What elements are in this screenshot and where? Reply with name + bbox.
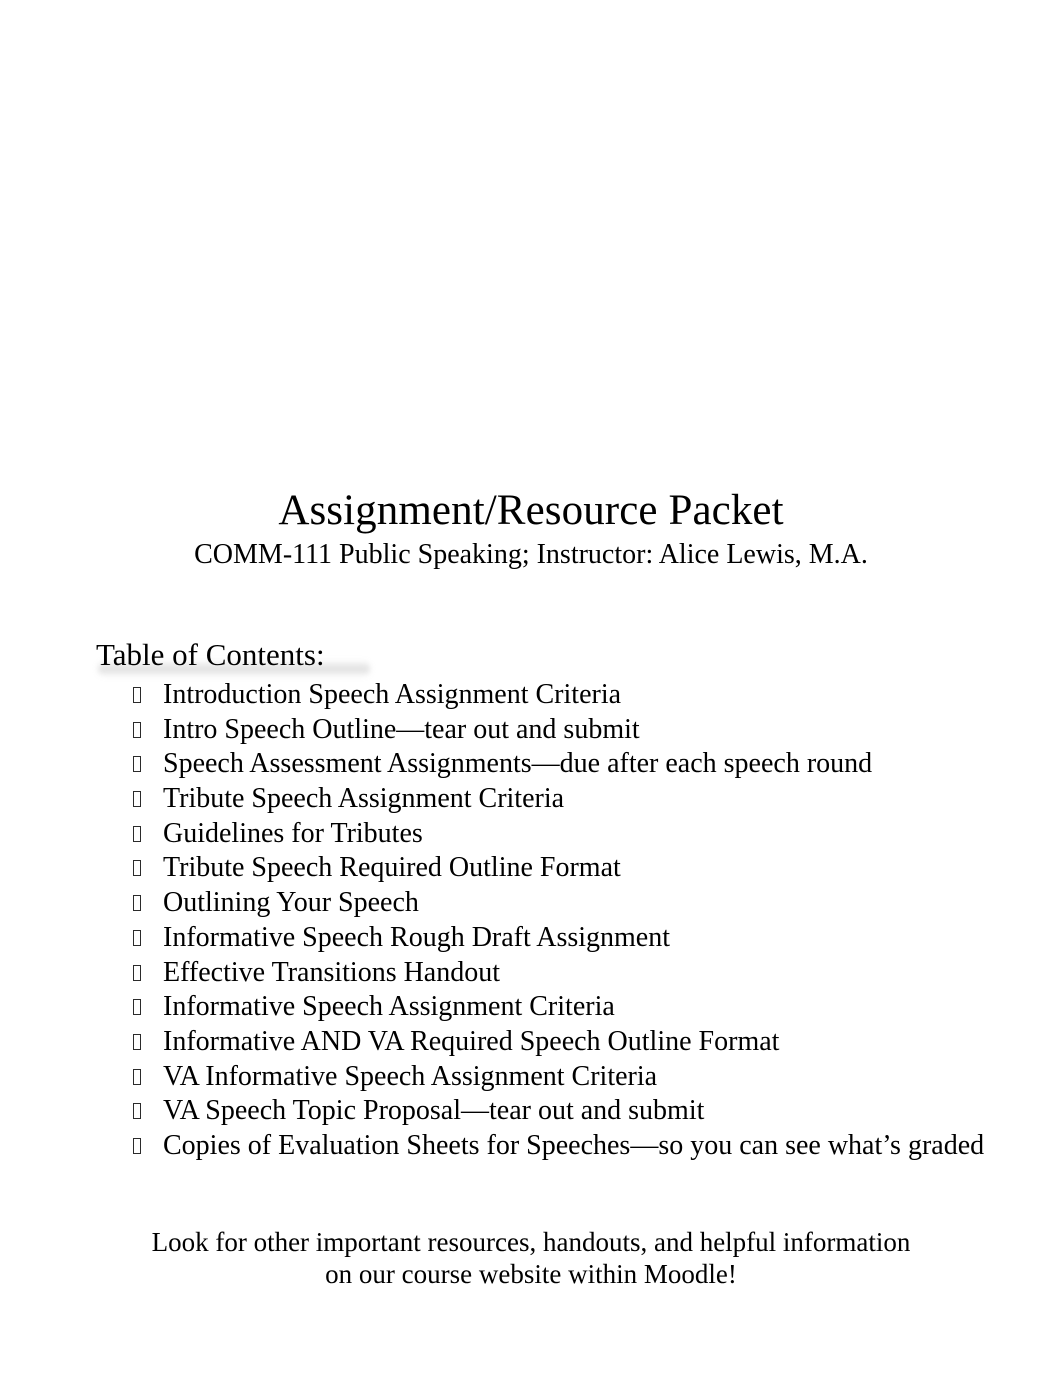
list-item-label: Intro Speech Outline—tear out and submit	[163, 713, 640, 745]
bullet-box-icon	[133, 999, 141, 1016]
bullet-box-icon	[133, 1068, 141, 1085]
list-item: Copies of Evaluation Sheets for Speeches…	[0, 1129, 1062, 1164]
list-item: Guidelines for Tributes	[0, 817, 1062, 852]
list-item: Effective Transitions Handout	[0, 956, 1062, 991]
bullet-box-icon	[133, 756, 141, 773]
list-item: Outlining Your Speech	[0, 886, 1062, 921]
footer-note: Look for other important resources, hand…	[0, 1226, 1062, 1290]
list-item-label: Informative Speech Assignment Criteria	[163, 991, 615, 1023]
footer-line-1: Look for other important resources, hand…	[151, 1227, 911, 1257]
bullet-box-icon	[133, 860, 141, 877]
document-page: Assignment/Resource Packet COMM-111 Publ…	[0, 0, 1062, 1377]
list-item-label: VA Informative Speech Assignment Criteri…	[163, 1060, 658, 1092]
bullet-box-icon	[133, 1033, 141, 1050]
bullet-box-icon	[133, 791, 141, 808]
page-title: Assignment/Resource Packet	[278, 487, 784, 534]
list-item: Informative Speech Rough Draft Assignmen…	[0, 921, 1062, 956]
list-item: Tribute Speech Required Outline Format	[0, 851, 1062, 886]
bullet-box-icon	[133, 929, 141, 946]
bullet-box-icon	[133, 687, 141, 703]
footer-line-2: on our course website within Moodle!	[325, 1259, 737, 1289]
list-item: Informative AND VA Required Speech Outli…	[0, 1025, 1062, 1060]
list-item-label: Introduction Speech Assignment Criteria	[163, 679, 622, 710]
list-item-label: Informative Speech Rough Draft Assignmen…	[163, 921, 671, 953]
list-item: Informative Speech Assignment Criteria	[0, 990, 1062, 1025]
bullet-box-icon	[133, 1137, 141, 1154]
list-item-label: Speech Assessment Assignments—due after …	[163, 748, 873, 780]
toc-list: Introduction Speech Assignment Criteria I…	[0, 678, 1062, 1164]
bullet-box-icon	[133, 1103, 141, 1120]
list-item: Introduction Speech Assignment Criteria	[0, 678, 1062, 713]
list-item-label: Effective Transitions Handout	[163, 956, 501, 988]
list-item-label: Outlining Your Speech	[163, 887, 419, 919]
list-item-label: Tribute Speech Required Outline Format	[163, 852, 621, 884]
list-item-label: Guidelines for Tributes	[163, 817, 423, 849]
list-item-label: Tribute Speech Assignment Criteria	[163, 783, 565, 815]
list-item: VA Informative Speech Assignment Criteri…	[0, 1060, 1062, 1095]
list-item-label: Copies of Evaluation Sheets for Speeches…	[163, 1129, 985, 1161]
list-item-label: Informative AND VA Required Speech Outli…	[163, 1025, 780, 1057]
bullet-box-icon	[133, 721, 141, 738]
title-block: Assignment/Resource Packet COMM-111 Publ…	[0, 487, 1062, 572]
list-item-label: VA Speech Topic Proposal—tear out and su…	[163, 1095, 705, 1127]
bullet-box-icon	[133, 825, 141, 842]
bullet-box-icon	[133, 964, 141, 981]
bullet-box-icon	[133, 895, 141, 912]
toc-heading-wrap: Table of Contents:	[96, 636, 596, 677]
page-subtitle: COMM-111 Public Speaking; Instructor: Al…	[194, 539, 868, 570]
toc-heading: Table of Contents:	[96, 637, 325, 672]
list-item: VA Speech Topic Proposal—tear out and su…	[0, 1094, 1062, 1129]
list-item: Intro Speech Outline—tear out and submit	[0, 713, 1062, 748]
list-item: Tribute Speech Assignment Criteria	[0, 782, 1062, 817]
list-item: Speech Assessment Assignments—due after …	[0, 747, 1062, 782]
